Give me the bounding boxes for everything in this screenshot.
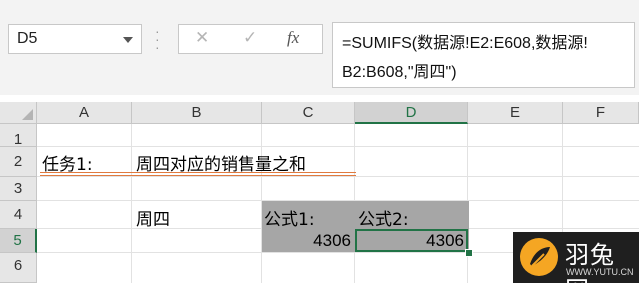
cell-c4[interactable]: 公式1: xyxy=(264,205,315,230)
feather-logo-icon xyxy=(520,238,558,276)
double-underline xyxy=(40,172,356,173)
name-box[interactable]: D5 xyxy=(8,24,142,54)
double-underline xyxy=(40,175,356,176)
formula-text-line2: B2:B608,"周四") xyxy=(342,64,457,81)
insert-function-icon[interactable]: fx xyxy=(287,28,299,48)
fill-handle[interactable] xyxy=(465,249,473,257)
formula-text-line1: =SUMIFS(数据源!E2:E608,数据源! xyxy=(342,35,588,52)
row-header-5[interactable]: 5 xyxy=(0,229,37,253)
formula-buttons: ✕ ✓ fx xyxy=(178,24,323,54)
select-all-button[interactable] xyxy=(0,102,37,124)
row-header-2[interactable]: 2 xyxy=(0,147,37,177)
cell-c5[interactable]: 4306 xyxy=(262,231,351,251)
column-header-f[interactable]: F xyxy=(563,102,639,124)
watermark-logo: 羽兔网 WWW.YUTU.CN xyxy=(513,232,639,304)
cell-b4[interactable]: 周四 xyxy=(136,205,170,230)
column-header-a[interactable]: A xyxy=(37,102,132,124)
row-header-4[interactable]: 4 xyxy=(0,201,37,229)
row-header-3[interactable]: 3 xyxy=(0,177,37,201)
grid-line xyxy=(37,176,639,177)
chevron-down-icon[interactable] xyxy=(123,37,133,43)
cancel-icon[interactable]: ✕ xyxy=(195,28,209,48)
column-header-e[interactable]: E xyxy=(468,102,563,124)
drag-handle-icon[interactable]: · · · xyxy=(155,24,160,54)
watermark-url: WWW.YUTU.CN xyxy=(566,267,634,277)
cell-d5[interactable]: 4306 xyxy=(357,231,464,251)
row-header-1[interactable]: 1 xyxy=(0,124,37,148)
column-header-d[interactable]: D xyxy=(355,102,468,124)
grid-line xyxy=(37,146,639,147)
select-all-icon xyxy=(22,109,33,120)
name-box-value: D5 xyxy=(17,30,38,47)
column-header-b[interactable]: B xyxy=(132,102,262,124)
grid-line xyxy=(131,124,132,283)
enter-icon[interactable]: ✓ xyxy=(243,28,257,48)
row-header-6[interactable]: 6 xyxy=(0,253,37,283)
formula-input[interactable]: =SUMIFS(数据源!E2:E608,数据源! B2:B608,"周四") xyxy=(332,22,635,88)
column-header-c[interactable]: C xyxy=(262,102,355,124)
cell-d4[interactable]: 公式2: xyxy=(358,205,409,230)
